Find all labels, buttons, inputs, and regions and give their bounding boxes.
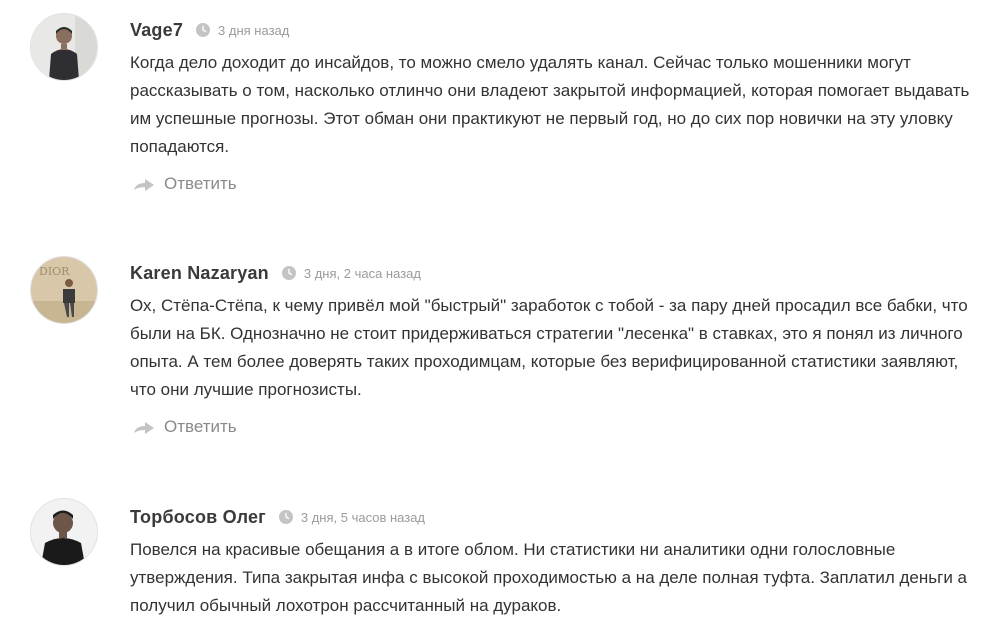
reply-button[interactable]: Ответить <box>133 172 237 196</box>
comment-author[interactable]: Karen Nazaryan <box>130 263 269 284</box>
reply-arrow-icon <box>134 422 154 434</box>
clock-icon <box>196 23 211 37</box>
avatar-logo-text: DIOR <box>39 265 70 278</box>
avatar-photo <box>31 14 97 80</box>
comment-author[interactable]: Торбосов Олег <box>130 507 266 528</box>
comment-time[interactable]: 3 дня назад <box>218 23 289 38</box>
comment-time[interactable]: 3 дня, 2 часа назад <box>304 266 421 281</box>
avatar[interactable] <box>30 13 98 81</box>
clock-icon <box>281 266 296 280</box>
comment-meta: 3 дня назад <box>196 23 289 38</box>
comment-text: Ох, Стёпа-Стёпа, к чему привёл мой "быст… <box>130 296 968 399</box>
comment-text: Когда дело доходит до инсайдов, то можно… <box>130 53 970 156</box>
reply-button[interactable]: Ответить <box>133 415 237 439</box>
comment-meta: 3 дня, 5 часов назад <box>278 510 425 525</box>
comment-header: Vage7 3 дня назад <box>130 18 289 42</box>
clock-icon <box>278 510 293 524</box>
comment-time[interactable]: 3 дня, 5 часов назад <box>301 510 425 525</box>
comment-header: Karen Nazaryan 3 дня, 2 часа назад <box>130 261 421 285</box>
avatar-photo <box>31 499 97 565</box>
avatar[interactable] <box>30 498 98 566</box>
comment-text: Повелся на красивые обещания а в итоге о… <box>130 540 968 615</box>
comment-header: Торбосов Олег 3 дня, 5 часов назад <box>130 505 425 529</box>
avatar[interactable]: DIOR <box>30 256 98 324</box>
comment-meta: 3 дня, 2 часа назад <box>281 266 421 281</box>
reply-arrow-icon <box>134 179 154 191</box>
avatar-photo: DIOR <box>31 257 97 323</box>
reply-label: Ответить <box>164 417 237 436</box>
comments-list: Vage7 3 дня назад Когда дело доходит до … <box>0 0 995 631</box>
comment-author[interactable]: Vage7 <box>130 20 183 41</box>
reply-label: Ответить <box>164 174 237 193</box>
